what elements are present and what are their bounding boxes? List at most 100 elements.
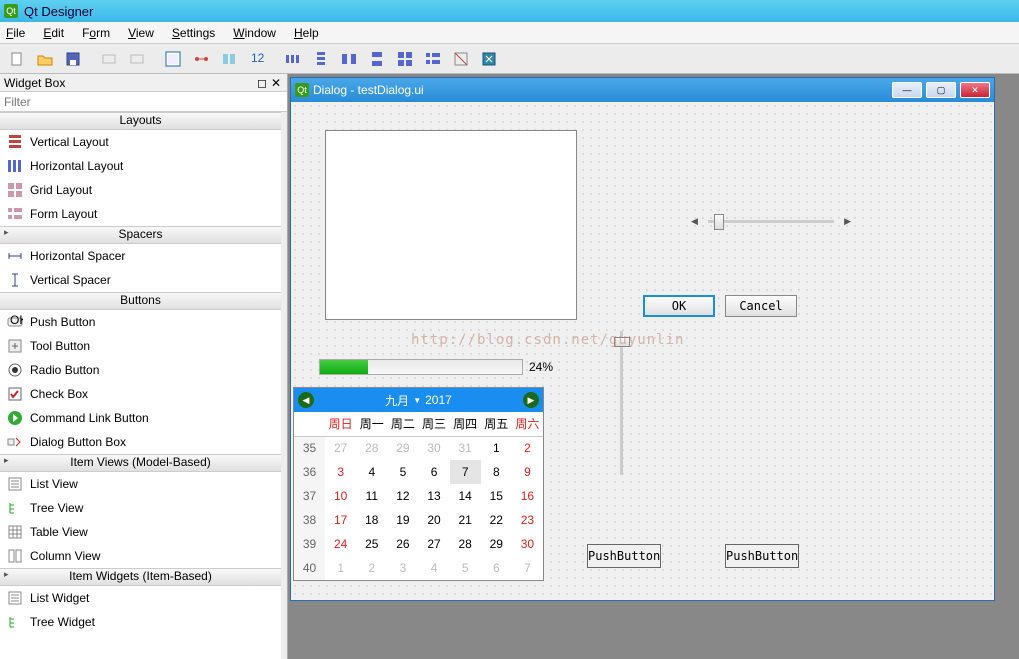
chevron-down-icon[interactable]: ▼ [413, 396, 421, 405]
menu-window[interactable]: Window [233, 26, 276, 40]
calendar-day[interactable]: 25 [356, 532, 387, 556]
vertical-slider[interactable] [612, 323, 630, 483]
item-form-layout[interactable]: Form Layout [0, 202, 281, 226]
item-radio-button[interactable]: Radio Button [0, 358, 281, 382]
tb-open[interactable] [32, 47, 58, 71]
calendar-day[interactable]: 18 [356, 508, 387, 532]
item-grid-layout[interactable]: Grid Layout [0, 178, 281, 202]
tb-save[interactable] [60, 47, 86, 71]
push-button-1[interactable]: PushButton [587, 544, 661, 568]
calendar-day[interactable]: 7 [450, 460, 481, 484]
progress-bar[interactable] [319, 359, 523, 375]
item-column-view[interactable]: Column View [0, 544, 281, 568]
calendar-day[interactable]: 21 [450, 508, 481, 532]
calendar-day[interactable]: 30 [512, 532, 543, 556]
item-vertical-layout[interactable]: Vertical Layout [0, 130, 281, 154]
calendar-day[interactable]: 30 [419, 436, 450, 460]
tb-layout-grid[interactable] [392, 47, 418, 71]
tb-edit-buddies[interactable] [216, 47, 242, 71]
close-icon[interactable]: ✕ [269, 76, 283, 90]
dialog-titlebar[interactable]: Qt Dialog - testDialog.ui — ▢ ✕ [291, 78, 994, 102]
calendar-day[interactable]: 29 [387, 436, 418, 460]
dialog-body[interactable]: 24% ◀ ▶ OK Cancel PushButton PushButton [291, 102, 994, 600]
filter-input[interactable] [0, 92, 287, 111]
tb-new[interactable] [4, 47, 30, 71]
item-list-view[interactable]: List View [0, 472, 281, 496]
scrollbar-thumb[interactable] [714, 214, 724, 230]
tb-layout-hsplit[interactable] [336, 47, 362, 71]
item-tree-view[interactable]: Tree View [0, 496, 281, 520]
calendar-next-icon[interactable]: ▶ [523, 392, 539, 408]
calendar-day[interactable]: 3 [325, 460, 356, 484]
calendar-day[interactable]: 4 [419, 556, 450, 580]
horizontal-scrollbar[interactable]: ◀ ▶ [691, 212, 851, 230]
arrow-right-icon[interactable]: ▶ [844, 216, 851, 227]
calendar-day[interactable]: 1 [325, 556, 356, 580]
calendar-widget[interactable]: ◀ 九月▼ 2017 ▶ 周日周一周二周三周四周五周六 352728293031… [293, 387, 544, 581]
cancel-button[interactable]: Cancel [725, 295, 797, 317]
item-table-view[interactable]: Table View [0, 520, 281, 544]
calendar-table[interactable]: 周日周一周二周三周四周五周六 3527282930311236345678937… [294, 412, 543, 580]
tb-edit-taborder[interactable]: 123 [244, 47, 270, 71]
item-tool-button[interactable]: Tool Button [0, 334, 281, 358]
menu-form[interactable]: Form [82, 26, 110, 40]
calendar-day[interactable]: 4 [356, 460, 387, 484]
calendar-day[interactable]: 6 [419, 460, 450, 484]
calendar-day[interactable]: 23 [512, 508, 543, 532]
calendar-day[interactable]: 14 [450, 484, 481, 508]
item-command-link-button[interactable]: Command Link Button [0, 406, 281, 430]
calendar-day[interactable]: 3 [387, 556, 418, 580]
item-list-widget[interactable]: List Widget [0, 586, 281, 610]
tb-undo[interactable] [96, 47, 122, 71]
calendar-year[interactable]: 2017 [425, 393, 452, 407]
calendar-day[interactable]: 26 [387, 532, 418, 556]
calendar-day[interactable]: 7 [512, 556, 543, 580]
minimize-button[interactable]: — [892, 82, 922, 98]
arrow-left-icon[interactable]: ◀ [691, 216, 698, 227]
calendar-day[interactable]: 9 [512, 460, 543, 484]
calendar-month[interactable]: 九月 [385, 392, 409, 409]
calendar-day[interactable]: 5 [387, 460, 418, 484]
calendar-day[interactable]: 11 [356, 484, 387, 508]
tb-break-layout[interactable] [448, 47, 474, 71]
calendar-day[interactable]: 22 [481, 508, 512, 532]
undock-icon[interactable]: ◻ [255, 76, 269, 90]
text-edit-widget[interactable] [325, 130, 577, 320]
calendar-day[interactable]: 28 [450, 532, 481, 556]
item-push-button[interactable]: OKPush Button [0, 310, 281, 334]
calendar-day[interactable]: 24 [325, 532, 356, 556]
calendar-day[interactable]: 2 [356, 556, 387, 580]
dialog-window[interactable]: Qt Dialog - testDialog.ui — ▢ ✕ 24% ◀ [290, 77, 995, 601]
calendar-day[interactable]: 5 [450, 556, 481, 580]
tb-layout-vsplit[interactable] [364, 47, 390, 71]
calendar-day[interactable]: 12 [387, 484, 418, 508]
calendar-day[interactable]: 16 [512, 484, 543, 508]
calendar-day[interactable]: 2 [512, 436, 543, 460]
maximize-button[interactable]: ▢ [926, 82, 956, 98]
item-horizontal-layout[interactable]: Horizontal Layout [0, 154, 281, 178]
close-button[interactable]: ✕ [960, 82, 990, 98]
menu-settings[interactable]: Settings [172, 26, 215, 40]
ok-button[interactable]: OK [643, 295, 715, 317]
tb-redo[interactable] [124, 47, 150, 71]
calendar-day[interactable]: 27 [325, 436, 356, 460]
calendar-day[interactable]: 31 [450, 436, 481, 460]
widget-box-filter[interactable] [0, 92, 287, 112]
cat-layouts[interactable]: Layouts [0, 112, 281, 130]
menu-view[interactable]: View [128, 26, 154, 40]
calendar-day[interactable]: 1 [481, 436, 512, 460]
push-button-2[interactable]: PushButton [725, 544, 799, 568]
calendar-prev-icon[interactable]: ◀ [298, 392, 314, 408]
item-tree-widget[interactable]: Tree Widget [0, 610, 281, 634]
calendar-day[interactable]: 17 [325, 508, 356, 532]
slider-thumb[interactable] [614, 337, 630, 347]
calendar-day[interactable]: 19 [387, 508, 418, 532]
item-horizontal-spacer[interactable]: Horizontal Spacer [0, 244, 281, 268]
calendar-day[interactable]: 28 [356, 436, 387, 460]
widget-box-list[interactable]: Layouts Vertical Layout Horizontal Layou… [0, 112, 287, 659]
cat-buttons[interactable]: Buttons [0, 292, 281, 310]
cat-spacers[interactable]: ▸Spacers [0, 226, 281, 244]
item-check-box[interactable]: Check Box [0, 382, 281, 406]
tb-layout-v[interactable] [308, 47, 334, 71]
tb-edit-signals[interactable] [188, 47, 214, 71]
